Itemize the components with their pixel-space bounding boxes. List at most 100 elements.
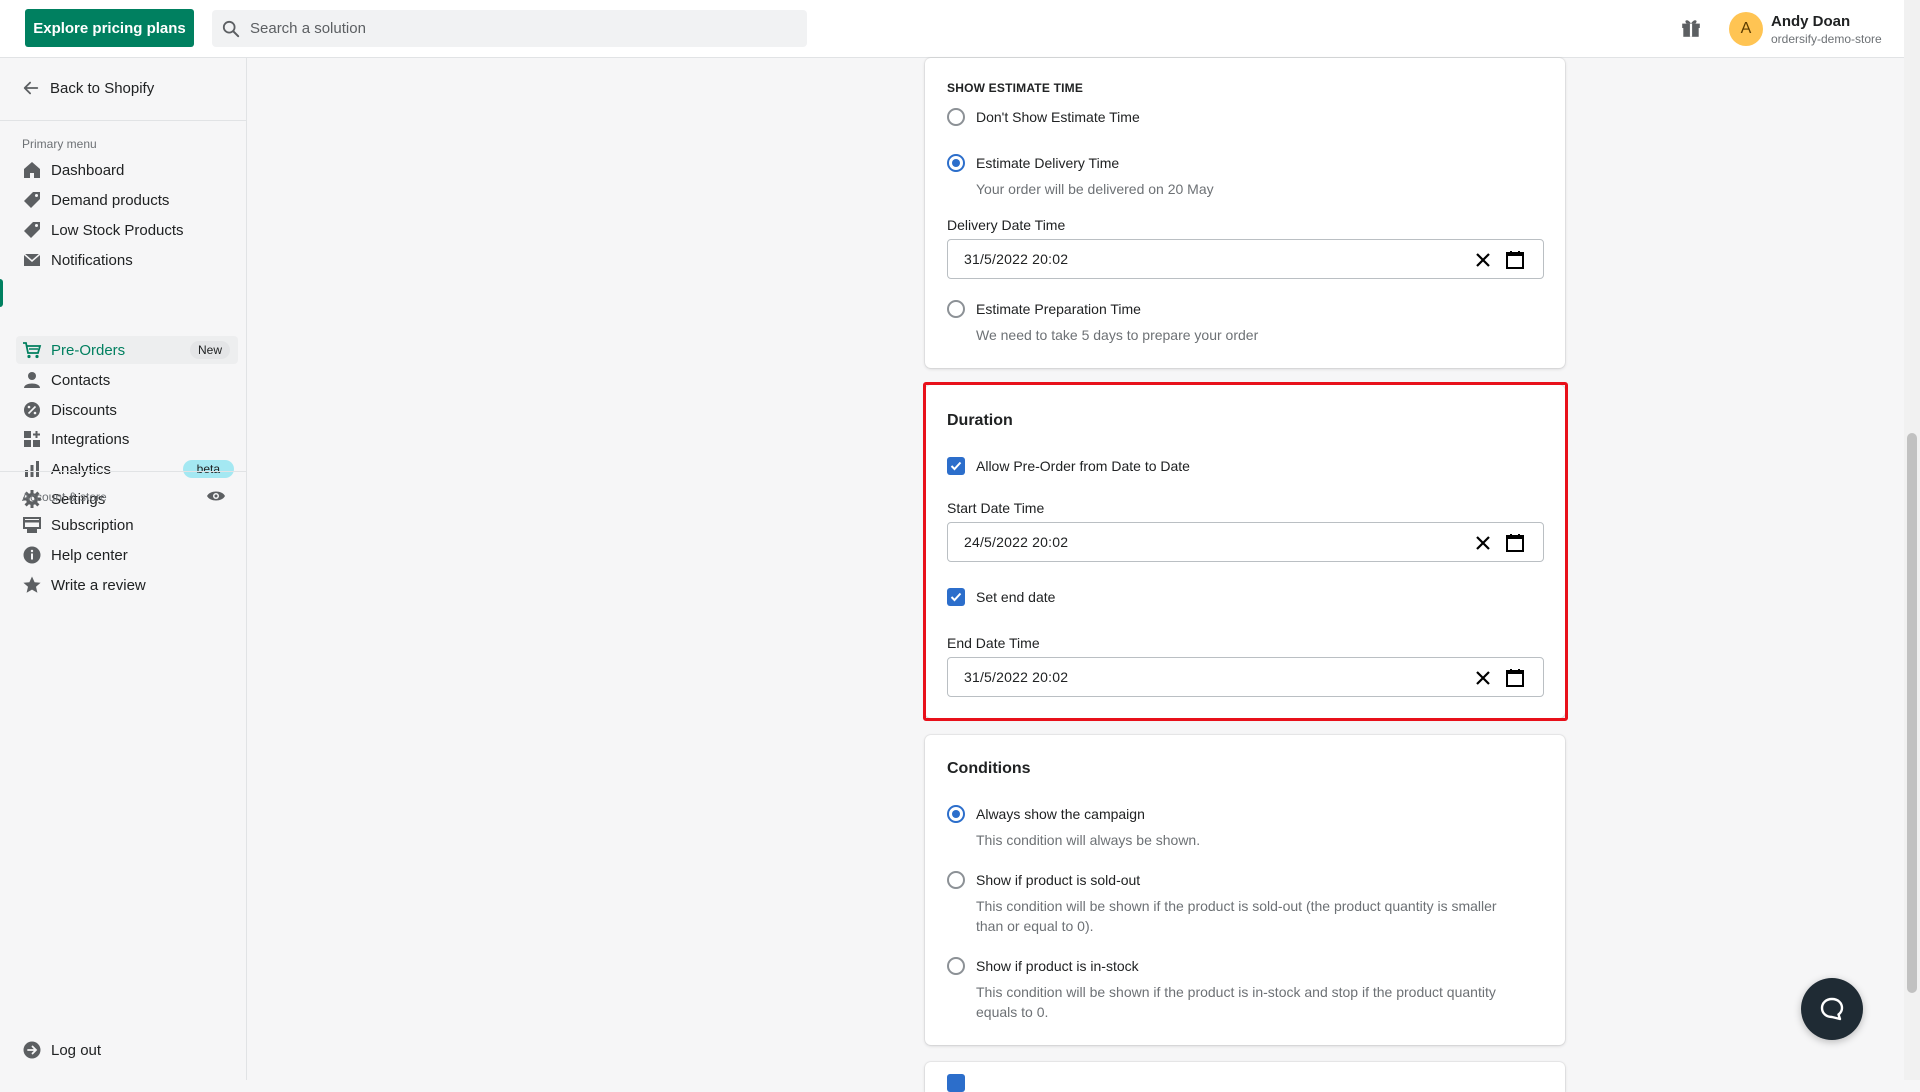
sidebar-item-label: Analytics bbox=[51, 460, 112, 478]
radio-estimate-preparation[interactable]: Estimate Preparation Time bbox=[947, 300, 1141, 318]
home-icon bbox=[24, 162, 40, 178]
sidebar-item-contacts[interactable]: Contacts bbox=[16, 366, 238, 394]
sidebar-item-pre-orders[interactable]: Pre-Orders New bbox=[16, 336, 238, 364]
radio-always-show[interactable]: Always show the campaign bbox=[947, 805, 1145, 823]
sidebar: Back to Shopify Primary menu Dashboard D… bbox=[0, 58, 247, 1080]
sidebar-item-label: Help center bbox=[51, 546, 128, 564]
account-store-title: Account & store bbox=[22, 490, 107, 504]
new-badge: New bbox=[189, 341, 230, 359]
gift-icon[interactable] bbox=[1680, 17, 1702, 44]
sidebar-item-label: Discounts bbox=[51, 401, 117, 419]
chat-bubble-icon bbox=[1820, 997, 1844, 1021]
person-icon bbox=[24, 372, 40, 388]
info-icon bbox=[23, 546, 41, 564]
radio-label: Estimate Preparation Time bbox=[976, 301, 1141, 317]
sidebar-item-label: Subscription bbox=[51, 516, 134, 534]
divider bbox=[0, 471, 246, 472]
radio-button[interactable] bbox=[947, 957, 965, 975]
user-name[interactable]: Andy Doan bbox=[1771, 13, 1850, 30]
conditions-title: Conditions bbox=[947, 760, 1031, 777]
mail-icon bbox=[23, 253, 41, 266]
sidebar-item-write-a-review[interactable]: Write a review bbox=[16, 571, 238, 599]
sidebar-item-integrations[interactable]: Integrations bbox=[16, 425, 238, 453]
primary-menu-title: Primary menu bbox=[22, 137, 97, 151]
radio-button-checked[interactable] bbox=[947, 154, 965, 172]
apps-icon bbox=[24, 431, 40, 447]
back-to-shopify-link[interactable]: Back to Shopify bbox=[22, 79, 154, 97]
avatar[interactable]: A bbox=[1729, 12, 1763, 46]
active-indicator bbox=[0, 279, 3, 307]
help-line: This condition will be shown if the prod… bbox=[976, 984, 1496, 1000]
search-input[interactable] bbox=[250, 20, 790, 37]
radio-label: Don't Show Estimate Time bbox=[976, 109, 1140, 125]
radio-button[interactable] bbox=[947, 300, 965, 318]
sidebar-item-subscription[interactable]: Subscription bbox=[16, 511, 238, 539]
clear-icon[interactable] bbox=[1475, 252, 1491, 268]
radio-label: Estimate Delivery Time bbox=[976, 155, 1120, 171]
sidebar-item-label: Low Stock Products bbox=[51, 221, 184, 239]
sidebar-item-analytics[interactable]: Analytics beta bbox=[16, 455, 238, 483]
sidebar-item-label: Dashboard bbox=[51, 161, 125, 179]
sidebar-item-discounts[interactable]: Discounts bbox=[16, 396, 238, 424]
conditions-card: Conditions Always show the campaign This… bbox=[925, 735, 1565, 1045]
sidebar-item-low-stock-products[interactable]: Low Stock Products bbox=[16, 216, 238, 244]
estimate-time-card: SHOW ESTIMATE TIME Don't Show Estimate T… bbox=[925, 58, 1565, 368]
radio-button[interactable] bbox=[947, 108, 965, 126]
chat-support-button[interactable] bbox=[1801, 978, 1863, 1040]
eye-icon[interactable] bbox=[206, 488, 226, 509]
delivery-date-field[interactable]: 31/5/2022 20:02 bbox=[947, 239, 1544, 279]
sidebar-item-label: Demand products bbox=[51, 191, 170, 209]
divider bbox=[0, 120, 246, 121]
user-store: ordersify-demo-store bbox=[1771, 32, 1882, 46]
radio-button-checked[interactable] bbox=[947, 805, 965, 823]
show-estimate-time-title: SHOW ESTIMATE TIME bbox=[947, 81, 1084, 95]
delivery-date-label: Delivery Date Time bbox=[947, 217, 1066, 233]
highlight-box bbox=[923, 382, 1568, 721]
checkbox-checked[interactable] bbox=[947, 1074, 965, 1092]
scrollbar-thumb[interactable] bbox=[1907, 433, 1917, 993]
sidebar-item-log-out[interactable]: Log out bbox=[16, 1036, 238, 1064]
radio-estimate-delivery[interactable]: Estimate Delivery Time bbox=[947, 154, 1119, 172]
delivery-help-text: Your order will be delivered on 20 May bbox=[976, 181, 1214, 197]
radio-label: Always show the campaign bbox=[976, 806, 1145, 822]
sidebar-item-help-center[interactable]: Help center bbox=[16, 541, 238, 569]
radio-button[interactable] bbox=[947, 871, 965, 889]
sidebar-item-label: Log out bbox=[51, 1041, 102, 1059]
sidebar-item-label: Write a review bbox=[51, 576, 146, 594]
card-icon bbox=[23, 517, 41, 533]
sidebar-item-notifications[interactable]: Notifications bbox=[16, 246, 238, 274]
help-line: This condition will be shown if the prod… bbox=[976, 898, 1497, 914]
sidebar-item-label: Integrations bbox=[51, 430, 130, 448]
help-line: than or equal to 0). bbox=[976, 918, 1094, 934]
logout-icon bbox=[23, 1041, 41, 1059]
sidebar-item-label: Contacts bbox=[51, 371, 111, 389]
preparation-help-text: We need to take 5 days to prepare your o… bbox=[976, 327, 1259, 343]
bar-chart-icon bbox=[25, 461, 39, 477]
radio-dont-show-estimate[interactable]: Don't Show Estimate Time bbox=[947, 108, 1140, 126]
search-icon bbox=[222, 20, 240, 37]
radio-label: Show if product is sold-out bbox=[976, 872, 1141, 888]
help-line: equals to 0. bbox=[976, 1004, 1049, 1020]
delivery-date-value: 31/5/2022 20:02 bbox=[964, 251, 1069, 267]
in-stock-help-text: This condition will be shown if the prod… bbox=[976, 982, 1496, 1022]
radio-in-stock[interactable]: Show if product is in-stock bbox=[947, 957, 1139, 975]
sold-out-help-text: This condition will be shown if the prod… bbox=[976, 896, 1497, 936]
back-label: Back to Shopify bbox=[50, 79, 155, 97]
radio-sold-out[interactable]: Show if product is sold-out bbox=[947, 871, 1140, 889]
always-help-text: This condition will always be shown. bbox=[976, 832, 1201, 848]
beta-badge: beta bbox=[182, 460, 234, 478]
search-bar[interactable] bbox=[212, 10, 807, 47]
tag-icon bbox=[24, 192, 40, 208]
sidebar-item-label: Notifications bbox=[51, 251, 133, 269]
top-bar: Explore pricing plans A Andy Doan orders… bbox=[0, 0, 1920, 58]
radio-label: Show if product is in-stock bbox=[976, 958, 1139, 974]
star-icon bbox=[23, 576, 41, 593]
sidebar-item-label: Pre-Orders bbox=[51, 341, 126, 359]
calendar-icon[interactable] bbox=[1505, 250, 1525, 270]
arrow-left-icon bbox=[23, 81, 39, 95]
next-card bbox=[925, 1062, 1565, 1092]
tag-icon bbox=[24, 222, 40, 238]
explore-pricing-plans-button[interactable]: Explore pricing plans bbox=[25, 9, 194, 47]
sidebar-item-demand-products[interactable]: Demand products bbox=[16, 186, 238, 214]
sidebar-item-dashboard[interactable]: Dashboard bbox=[16, 156, 238, 184]
